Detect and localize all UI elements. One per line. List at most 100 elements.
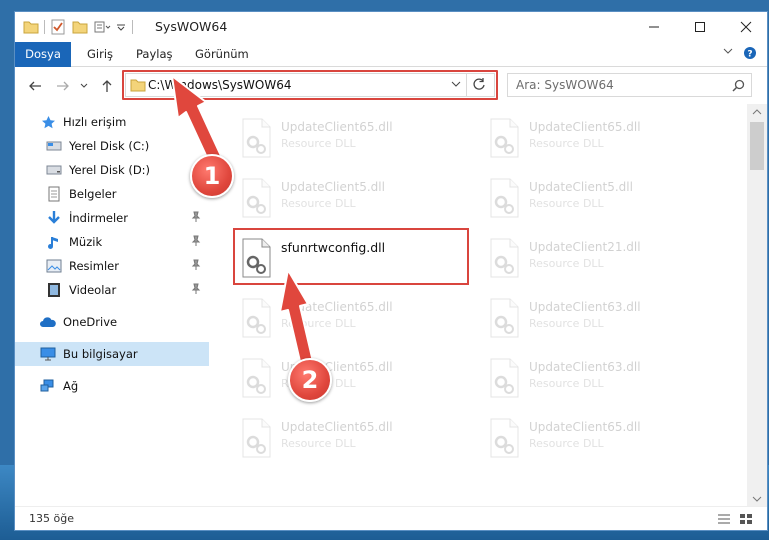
documents-icon: [45, 185, 63, 203]
customize-toolbar-icon[interactable]: [94, 20, 112, 34]
dropdown-arrow-icon[interactable]: [116, 22, 126, 32]
dll-file-icon: [490, 178, 519, 218]
help-icon: ?: [744, 47, 756, 60]
large-icons-view-icon[interactable]: [739, 513, 753, 525]
navigation-bar: C:\Windows\SysWOW64 Ara: SysWOW64: [15, 68, 767, 104]
close-icon: [740, 21, 752, 33]
file-item[interactable]: UpdateClient65.dll Resource DLL: [479, 410, 719, 470]
separator: [44, 20, 45, 34]
svg-text:?: ?: [747, 50, 752, 60]
sidebar-item-pictures[interactable]: Resimler: [15, 254, 209, 278]
step-2-badge: 2: [288, 358, 332, 402]
forward-button[interactable]: [53, 76, 73, 96]
recent-locations-button[interactable]: [77, 76, 91, 96]
file-type: Resource DLL: [281, 137, 356, 150]
file-type: Resource DLL: [529, 257, 604, 270]
tab-share[interactable]: Paylaş: [124, 42, 185, 67]
vertical-scrollbar[interactable]: [747, 104, 767, 507]
minimize-icon: [649, 26, 659, 28]
drive-icon: [45, 161, 63, 179]
quick-access-toolbar: [23, 18, 139, 36]
file-item[interactable]: UpdateClient65.dll Resource DLL: [231, 410, 471, 470]
sidebar-item-label: Videolar: [69, 283, 117, 297]
tab-home[interactable]: Giriş: [75, 42, 125, 67]
pin-icon[interactable]: [191, 259, 201, 271]
details-view-icon[interactable]: [717, 513, 731, 525]
tab-view[interactable]: Görünüm: [183, 42, 261, 67]
dll-file-icon: [490, 418, 519, 458]
maximize-button[interactable]: [677, 12, 723, 42]
chevron-down-icon: [723, 48, 733, 54]
search-input[interactable]: Ara: SysWOW64: [516, 78, 614, 92]
file-item[interactable]: UpdateClient21.dll Resource DLL: [479, 230, 719, 290]
sidebar-item-label: Bu bilgisayar: [63, 347, 138, 361]
music-icon: [45, 233, 63, 251]
separator: [132, 20, 133, 34]
file-item[interactable]: UpdateClient5.dll Resource DLL: [479, 170, 719, 230]
pin-icon[interactable]: [191, 211, 201, 223]
file-highlight-box: [233, 228, 469, 285]
file-item[interactable]: UpdateClient65.dll Resource DLL: [231, 110, 471, 170]
dll-file-icon: [490, 298, 519, 338]
sidebar-item-label: Yerel Disk (C:): [69, 139, 150, 153]
help-button[interactable]: ?: [743, 46, 757, 63]
close-button[interactable]: [723, 12, 767, 42]
file-name: UpdateClient65.dll: [281, 420, 393, 434]
cloud-icon: [39, 313, 57, 331]
title-bar: SysWOW64: [15, 12, 767, 42]
minimize-button[interactable]: [631, 12, 677, 42]
file-name: UpdateClient63.dll: [529, 300, 641, 314]
sidebar-item-downloads[interactable]: İndirmeler: [15, 206, 209, 230]
sidebar-item-network[interactable]: Ağ: [15, 374, 209, 398]
file-item[interactable]: UpdateClient5.dll Resource DLL: [231, 170, 471, 230]
scroll-up-icon[interactable]: [752, 108, 762, 116]
item-count: 135 öğe: [29, 512, 74, 525]
file-type: Resource DLL: [529, 437, 604, 450]
tab-file[interactable]: Dosya: [15, 42, 71, 67]
file-item[interactable]: UpdateClient63.dll Resource DLL: [479, 290, 719, 350]
network-icon: [39, 377, 57, 395]
sidebar-item-onedrive[interactable]: OneDrive: [15, 310, 209, 334]
file-item[interactable]: UpdateClient65.dll Resource DLL: [231, 350, 471, 410]
scrollbar-thumb[interactable]: [750, 122, 764, 170]
file-item[interactable]: UpdateClient65.dll Resource DLL: [479, 110, 719, 170]
file-type: Resource DLL: [281, 197, 356, 210]
sidebar-item-label: Yerel Disk (D:): [69, 163, 151, 177]
file-type: Resource DLL: [529, 317, 604, 330]
dll-file-icon: [242, 298, 271, 338]
sidebar-item-label: Resimler: [69, 259, 119, 273]
new-folder-icon[interactable]: [72, 20, 88, 34]
file-type: Resource DLL: [529, 377, 604, 390]
scroll-down-icon[interactable]: [752, 495, 762, 503]
sidebar-item-label: Ağ: [63, 379, 79, 393]
sidebar-item-label: İndirmeler: [69, 211, 128, 225]
file-item[interactable]: UpdateClient63.dll Resource DLL: [479, 350, 719, 410]
pin-icon[interactable]: [191, 283, 201, 295]
up-button[interactable]: [97, 76, 117, 96]
dll-file-icon: [242, 418, 271, 458]
sidebar-item-this-pc[interactable]: Bu bilgisayar: [15, 342, 209, 366]
back-button[interactable]: [25, 76, 45, 96]
computer-icon: [39, 345, 57, 363]
pin-icon[interactable]: [191, 235, 201, 247]
dll-file-icon: [242, 118, 271, 158]
file-name: UpdateClient65.dll: [529, 420, 641, 434]
ribbon-expand-button[interactable]: [723, 46, 733, 59]
file-name: UpdateClient65.dll: [281, 120, 393, 134]
step-1-badge: 1: [190, 154, 234, 198]
sidebar-item-label: Belgeler: [69, 187, 117, 201]
chevron-down-icon: [80, 83, 88, 88]
dll-file-icon: [242, 178, 271, 218]
sidebar-item-videos[interactable]: Videolar: [15, 278, 209, 302]
arrow-left-icon: [29, 81, 41, 91]
file-type: Resource DLL: [281, 437, 356, 450]
file-name: UpdateClient65.dll: [529, 120, 641, 134]
drive-icon: [45, 137, 63, 155]
sidebar-item-music[interactable]: Müzik: [15, 230, 209, 254]
status-bar: 135 öğe: [15, 506, 767, 530]
file-name: UpdateClient21.dll: [529, 240, 641, 254]
search-box[interactable]: Ara: SysWOW64: [507, 73, 752, 97]
properties-icon[interactable]: [50, 19, 66, 35]
file-item[interactable]: UpdateClient65.dll Resource DLL: [231, 290, 471, 350]
sidebar-item-documents[interactable]: Belgeler: [15, 182, 209, 206]
